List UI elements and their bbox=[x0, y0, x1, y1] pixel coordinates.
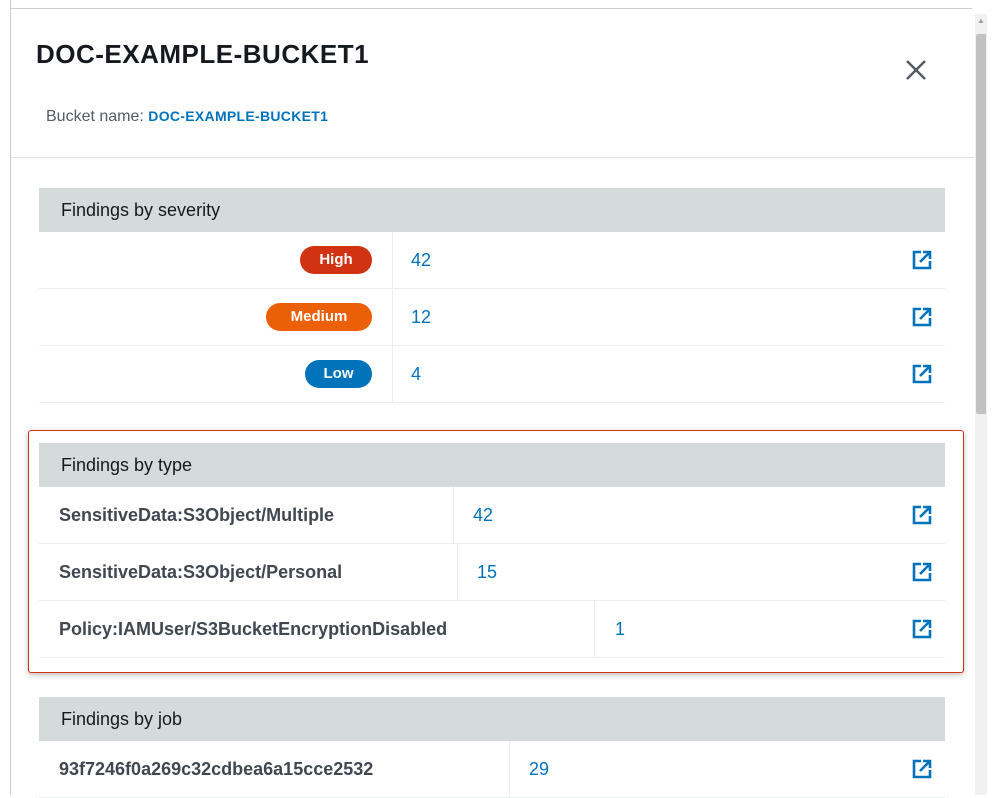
column-divider bbox=[509, 741, 510, 797]
severity-count-high[interactable]: 42 bbox=[411, 232, 431, 288]
job-row: 93f7246f0a269c32cdbea6a15cce2532 29 bbox=[39, 741, 945, 798]
header-divider bbox=[11, 157, 974, 158]
panel-header bbox=[11, 9, 974, 157]
findings-by-job-section: Findings by job 93f7246f0a269c32cdbea6a1… bbox=[39, 697, 945, 798]
finding-type-count[interactable]: 15 bbox=[477, 544, 497, 600]
panel-title: DOC-EXAMPLE-BUCKET1 bbox=[36, 39, 370, 69]
external-link-icon[interactable] bbox=[911, 249, 933, 271]
close-icon bbox=[906, 60, 926, 80]
severity-badge-medium: Medium bbox=[266, 303, 372, 331]
column-divider bbox=[392, 289, 393, 345]
bucket-name-link[interactable]: DOC-EXAMPLE-BUCKET1 bbox=[148, 108, 328, 124]
finding-type-count[interactable]: 1 bbox=[615, 601, 625, 657]
severity-row-high: High 42 bbox=[39, 232, 945, 289]
bucket-name-line: Bucket name: DOC-EXAMPLE-BUCKET1 bbox=[46, 108, 328, 126]
vertical-scrollbar[interactable]: ▲ bbox=[975, 14, 987, 795]
external-link-icon[interactable] bbox=[911, 758, 933, 780]
external-link-icon[interactable] bbox=[911, 504, 933, 526]
column-divider bbox=[594, 601, 595, 657]
severity-row-medium: Medium 12 bbox=[39, 289, 945, 346]
scrollbar-thumb[interactable] bbox=[976, 34, 986, 414]
column-divider bbox=[392, 232, 393, 288]
findings-by-severity-heading: Findings by severity bbox=[39, 188, 945, 232]
external-link-icon[interactable] bbox=[911, 561, 933, 583]
severity-badge-low: Low bbox=[305, 360, 372, 388]
findings-by-type-section: Findings by type SensitiveData:S3Object/… bbox=[39, 443, 945, 658]
finding-type-count[interactable]: 42 bbox=[473, 487, 493, 543]
type-row: SensitiveData:S3Object/Multiple 42 bbox=[39, 487, 945, 544]
external-link-icon[interactable] bbox=[911, 306, 933, 328]
finding-type-label: Policy:IAMUser/S3BucketEncryptionDisable… bbox=[59, 619, 448, 639]
external-link-icon[interactable] bbox=[911, 618, 933, 640]
bucket-details-panel: ▲ DOC-EXAMPLE-BUCKET1 Bucket name: DOC-E… bbox=[0, 0, 992, 798]
scroll-up-arrow-icon[interactable]: ▲ bbox=[975, 14, 987, 28]
bucket-name-label: Bucket name: bbox=[46, 108, 149, 125]
type-row: Policy:IAMUser/S3BucketEncryptionDisable… bbox=[39, 601, 945, 658]
column-divider bbox=[453, 487, 454, 543]
severity-badge-high: High bbox=[300, 246, 372, 274]
close-button[interactable] bbox=[898, 52, 934, 88]
severity-row-low: Low 4 bbox=[39, 346, 945, 403]
finding-type-label: SensitiveData:S3Object/Personal bbox=[59, 562, 343, 582]
column-divider bbox=[457, 544, 458, 600]
job-id-label: 93f7246f0a269c32cdbea6a15cce2532 bbox=[59, 759, 374, 779]
external-link-icon[interactable] bbox=[911, 363, 933, 385]
type-row: SensitiveData:S3Object/Personal 15 bbox=[39, 544, 945, 601]
severity-count-medium[interactable]: 12 bbox=[411, 289, 431, 345]
findings-by-job-heading: Findings by job bbox=[39, 697, 945, 741]
job-finding-count[interactable]: 29 bbox=[529, 741, 549, 797]
severity-count-low[interactable]: 4 bbox=[411, 346, 421, 402]
findings-by-severity-section: Findings by severity High 42 Medium 12 L… bbox=[39, 188, 945, 403]
column-divider bbox=[392, 346, 393, 402]
findings-by-type-heading: Findings by type bbox=[39, 443, 945, 487]
finding-type-label: SensitiveData:S3Object/Multiple bbox=[59, 505, 335, 525]
